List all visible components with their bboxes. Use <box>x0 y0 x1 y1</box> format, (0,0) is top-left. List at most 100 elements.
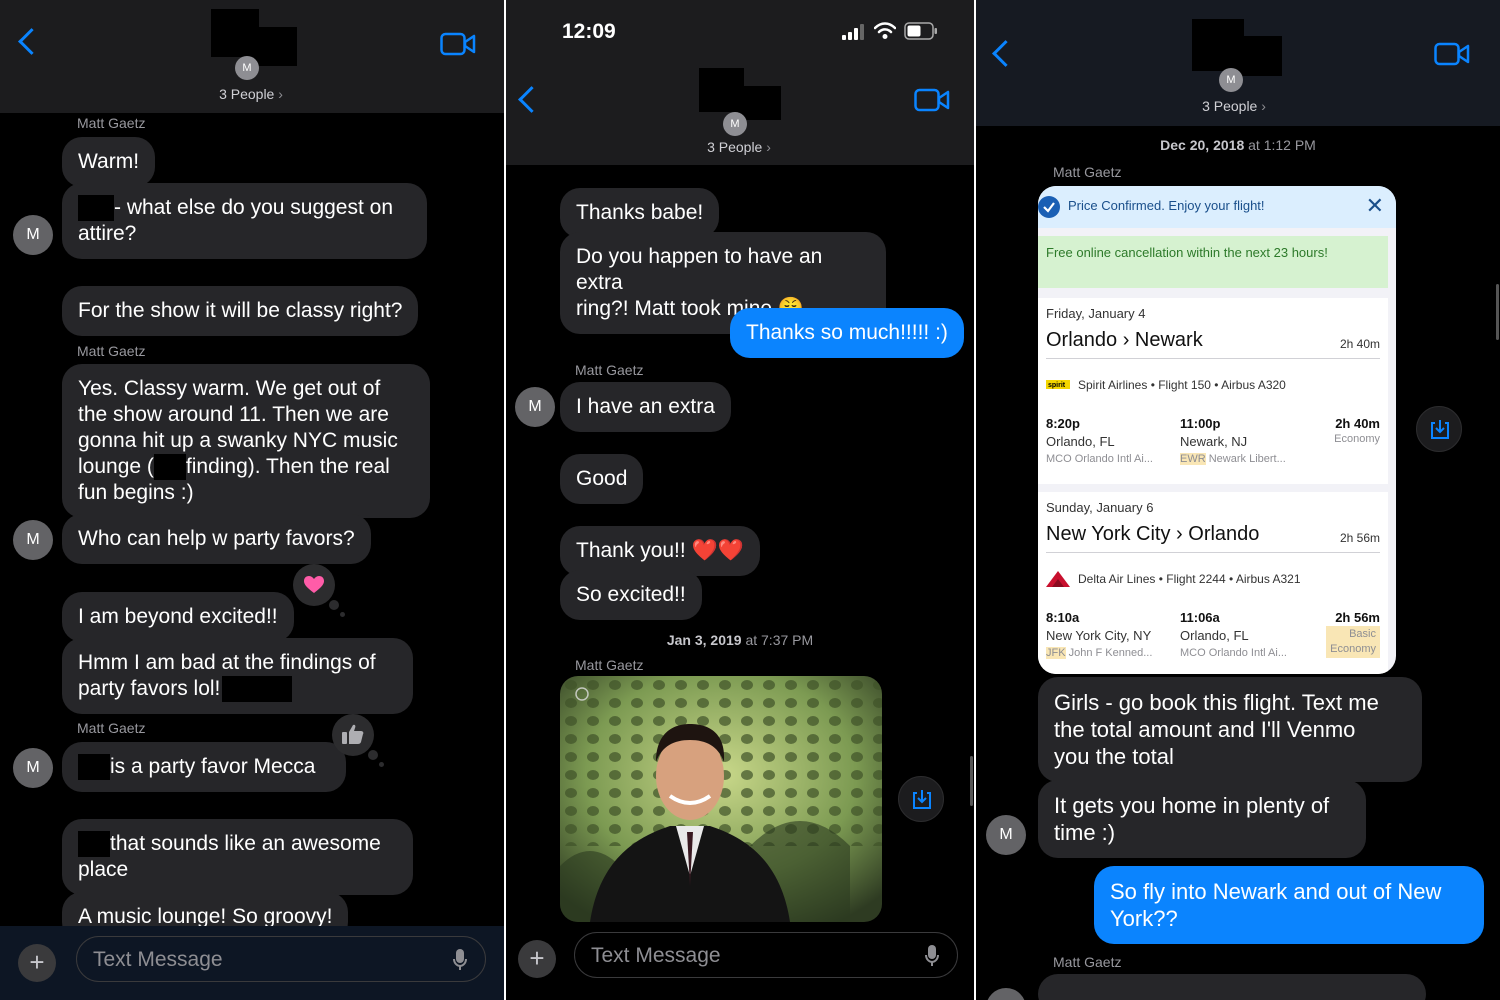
message-bubble[interactable]: For the show it will be classy right? <box>62 286 419 336</box>
fare-class: Economy <box>1334 433 1380 445</box>
scrollbar[interactable] <box>1496 284 1499 340</box>
tapback-tail <box>368 750 378 760</box>
chevron-right-icon: › <box>278 86 283 102</box>
airline-info: Delta Air Lines • Flight 2244 • Airbus A… <box>1078 572 1301 586</box>
redaction-block <box>78 754 110 781</box>
group-people-link[interactable]: 3 People › <box>1174 98 1294 114</box>
arrive-time: 11:00p <box>1180 416 1221 431</box>
group-avatar[interactable]: M <box>235 56 259 80</box>
depart-city: New York City, NY <box>1046 628 1152 643</box>
sender-name: Matt Gaetz <box>77 343 146 359</box>
back-chevron-icon[interactable] <box>988 40 1018 70</box>
flight-confirmation-card[interactable]: Price Confirmed. Enjoy your flight! ✕ Fr… <box>1038 186 1396 674</box>
message-bubble[interactable]: Hmm I am bad at the findings of party fa… <box>62 638 413 715</box>
sender-name: Matt Gaetz <box>1053 164 1122 180</box>
chevron-right-icon: › <box>1261 98 1266 114</box>
sender-name: Matt Gaetz <box>77 720 146 736</box>
message-text: party favors lol! <box>78 677 221 700</box>
message-input-placeholder: Text Message <box>93 948 223 971</box>
message-bubble[interactable]: Thank you!! ❤️❤️ <box>560 526 760 576</box>
fare-class-line: Basic <box>1349 628 1376 640</box>
conversation-panel-2: 12:09 M 3 People › Thanks babe! Do you h… <box>506 0 974 1000</box>
microphone-icon[interactable] <box>925 945 939 967</box>
airport-name: John F Kenned... <box>1068 647 1153 659</box>
redaction-block <box>222 676 293 703</box>
group-people-link[interactable]: 3 People › <box>191 86 311 102</box>
arrive-city: Orlando, FL <box>1180 628 1249 643</box>
close-icon[interactable]: ✕ <box>1366 194 1384 218</box>
segment-duration: 2h 56m <box>1339 531 1380 545</box>
message-bubble[interactable]: So excited!! <box>560 570 702 620</box>
airport-code: EWR <box>1180 453 1206 465</box>
tapback-tail <box>329 600 339 610</box>
sender-name: Matt Gaetz <box>1053 954 1122 970</box>
back-chevron-icon[interactable] <box>14 28 44 58</box>
message-text: So fly into Newark and out of New <box>1110 879 1442 904</box>
message-input[interactable]: Text Message <box>76 936 486 982</box>
message-bubble[interactable]: Yes. Classy warm. We get out of the show… <box>62 364 430 519</box>
message-text: the show around 11. Then we are <box>78 403 389 426</box>
timestamp: Jan 3, 2019 at 7:37 PM <box>506 632 974 648</box>
chevron-right-icon: › <box>766 139 771 155</box>
scrollbar[interactable] <box>970 756 973 806</box>
contact-avatar[interactable]: M <box>13 215 53 255</box>
message-text: gonna hit up a swanky NYC music <box>78 429 398 452</box>
message-bubble[interactable]: It gets you home in plenty of time :) <box>1038 780 1366 858</box>
contact-avatar[interactable]: M <box>986 815 1026 855</box>
message-bubble[interactable]: I am beyond excited!! <box>62 592 294 642</box>
contact-avatar[interactable]: M <box>515 387 555 427</box>
video-call-icon[interactable] <box>914 88 950 112</box>
contact-avatar[interactable] <box>986 988 1026 1000</box>
group-avatar[interactable]: M <box>1219 68 1243 92</box>
back-chevron-icon[interactable] <box>514 86 544 116</box>
people-label: 3 People <box>219 86 275 102</box>
group-avatar[interactable]: M <box>723 112 747 136</box>
segment-date: Sunday, January 6 <box>1046 500 1154 515</box>
outgoing-message-bubble[interactable]: Thanks so much!!!!! :) <box>730 308 964 358</box>
microphone-icon[interactable] <box>453 949 467 971</box>
save-photo-button[interactable] <box>898 776 944 822</box>
add-attachment-button[interactable]: + <box>518 940 556 978</box>
thumbs-up-icon <box>342 724 364 744</box>
message-bubble[interactable]: that sounds like an awesome place <box>62 819 413 896</box>
fare-class: Basic Economy <box>1326 626 1380 658</box>
depart-time: 8:10a <box>1046 610 1080 625</box>
message-text: that sounds like an awesome <box>110 832 381 855</box>
total-duration: 2h 56m <box>1335 610 1380 625</box>
contact-avatar[interactable]: M <box>13 520 53 560</box>
message-bubble[interactable]: is a party favor Mecca <box>62 742 346 793</box>
save-attachment-button[interactable] <box>1416 406 1462 452</box>
heart-tapback[interactable] <box>293 564 345 617</box>
thumbs-up-tapback[interactable] <box>332 714 384 767</box>
message-text: finding). Then the real <box>185 455 390 478</box>
sender-name: Matt Gaetz <box>77 115 146 131</box>
checkmark-icon <box>1043 202 1055 213</box>
message-bubble[interactable]: Warm! <box>62 137 156 187</box>
conversation-header: M 3 People › <box>0 0 504 113</box>
message-bubble[interactable]: Girls - go book this flight. Text me the… <box>1038 677 1422 782</box>
photo-attachment[interactable] <box>560 676 882 922</box>
compose-bar: + Text Message <box>0 926 504 1000</box>
check-circle-icon <box>1038 196 1060 218</box>
message-bubble[interactable]: I have an extra <box>560 382 731 432</box>
outgoing-message-bubble[interactable]: So fly into Newark and out of New York?? <box>1094 866 1484 944</box>
video-call-icon[interactable] <box>440 32 476 56</box>
message-text: time :) <box>1054 820 1116 845</box>
group-people-link[interactable]: 3 People › <box>679 139 799 155</box>
depart-city: Orlando, FL <box>1046 434 1115 449</box>
contact-avatar[interactable]: M <box>13 748 53 788</box>
message-text: place <box>78 858 129 882</box>
message-bubble[interactable]: - what else do you suggest on attire? <box>62 183 427 260</box>
message-bubble[interactable]: Who can help w party favors? <box>62 514 371 564</box>
message-input[interactable]: Text Message <box>574 932 958 978</box>
message-bubble[interactable]: Good <box>560 454 644 504</box>
conversation-panel-1: M 3 People › Matt Gaetz Warm! - what els… <box>0 0 504 1000</box>
video-call-icon[interactable] <box>1434 42 1470 66</box>
depart-time: 8:20p <box>1046 416 1080 431</box>
message-bubble[interactable]: Thanks babe! <box>560 188 720 238</box>
conversation-header: 12:09 M 3 People › <box>506 0 974 165</box>
sender-name: Matt Gaetz <box>575 362 644 378</box>
message-bubble[interactable] <box>1038 974 1426 1000</box>
add-attachment-button[interactable]: + <box>18 944 56 982</box>
status-time: 12:09 <box>562 20 616 43</box>
